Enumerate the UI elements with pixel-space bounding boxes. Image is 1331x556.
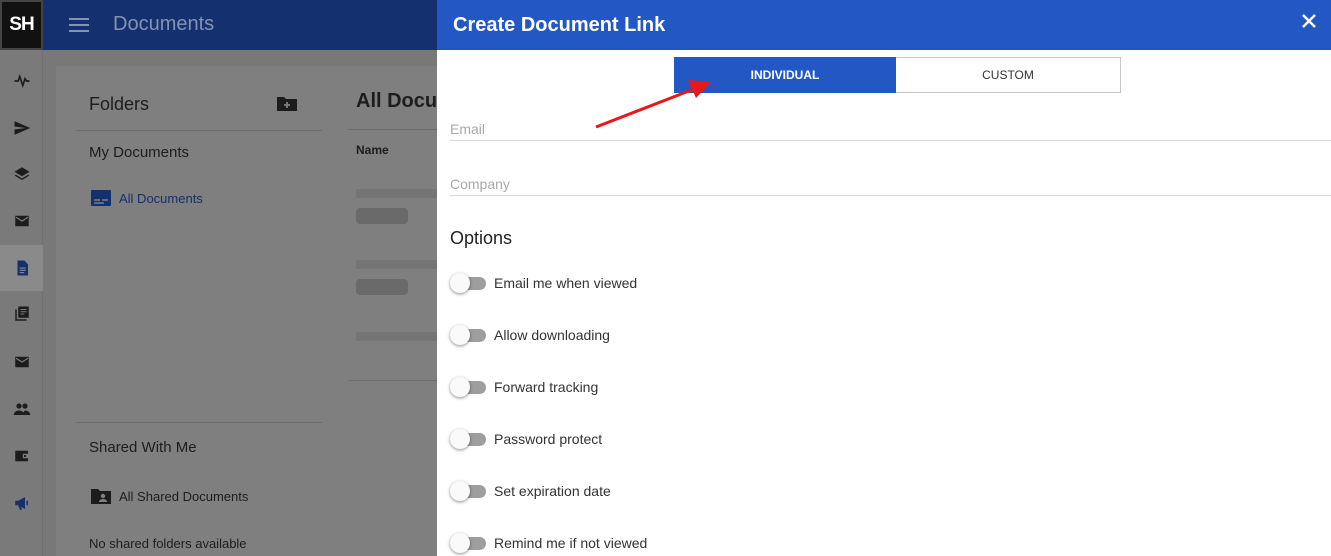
option-set-expiration-date: Set expiration date bbox=[450, 479, 611, 503]
no-shared-message: No shared folders available bbox=[89, 536, 247, 551]
mail-icon bbox=[14, 215, 29, 227]
dialog-title: Create Document Link bbox=[453, 14, 666, 36]
megaphone-icon bbox=[14, 497, 28, 510]
tab-individual[interactable]: INDIVIDUAL bbox=[674, 57, 896, 93]
rail-activity[interactable] bbox=[0, 58, 43, 104]
divider bbox=[76, 130, 322, 131]
option-email-when-viewed: Email me when viewed bbox=[450, 271, 637, 295]
document-icon bbox=[17, 260, 28, 276]
options-title: Options bbox=[450, 228, 513, 248]
shared-with-me-label: Shared With Me bbox=[89, 439, 197, 456]
page-title: Documents bbox=[113, 13, 215, 35]
divider bbox=[348, 380, 437, 381]
documents-heading: All Docu bbox=[356, 90, 438, 112]
folder-documents-icon bbox=[91, 190, 111, 206]
status-badge bbox=[356, 279, 408, 295]
rail-documents[interactable] bbox=[0, 245, 43, 291]
rail-people[interactable] bbox=[0, 386, 43, 432]
password-protect-toggle[interactable] bbox=[450, 429, 486, 449]
option-label: Email me when viewed bbox=[494, 275, 638, 291]
email-field-wrapper bbox=[450, 111, 1331, 141]
all-documents-link[interactable]: All Documents bbox=[119, 191, 203, 206]
layers-icon bbox=[14, 167, 29, 180]
rail-mail[interactable] bbox=[0, 198, 43, 244]
email-field[interactable] bbox=[450, 111, 1331, 137]
option-remind-if-not-viewed: Remind me if not viewed bbox=[450, 531, 647, 555]
nav-rail: SH bbox=[0, 0, 43, 556]
option-password-protect: Password protect bbox=[450, 427, 602, 451]
wallet-icon bbox=[14, 450, 29, 462]
documents-card bbox=[56, 66, 437, 556]
rail-wallet[interactable] bbox=[0, 433, 43, 479]
option-label: Allow downloading bbox=[494, 327, 610, 343]
menu-icon[interactable] bbox=[69, 16, 89, 34]
my-documents-label: My Documents bbox=[89, 144, 190, 161]
option-allow-downloading: Allow downloading bbox=[450, 323, 610, 347]
divider bbox=[348, 129, 437, 130]
dialog-header: Create Document Link bbox=[437, 0, 1331, 50]
option-label: Remind me if not viewed bbox=[494, 535, 648, 551]
close-icon bbox=[1302, 14, 1316, 28]
set-expiration-date-toggle[interactable] bbox=[450, 481, 486, 501]
library-icon bbox=[14, 306, 29, 321]
create-document-link-dialog: Create Document Link INDIVIDUAL CUSTOM O… bbox=[437, 0, 1331, 556]
create-folder-icon[interactable] bbox=[277, 95, 297, 111]
name-column-header[interactable]: Name bbox=[356, 143, 389, 157]
all-shared-documents-link[interactable]: All Shared Documents bbox=[119, 489, 248, 504]
app-logo[interactable]: SH bbox=[0, 0, 43, 50]
link-type-tabs: INDIVIDUAL CUSTOM bbox=[674, 57, 1121, 93]
people-icon bbox=[13, 403, 30, 415]
table-row[interactable] bbox=[356, 260, 437, 269]
rail-layers[interactable] bbox=[0, 151, 43, 197]
company-field[interactable] bbox=[450, 166, 1331, 192]
rail-campaigns[interactable] bbox=[0, 480, 43, 526]
option-label: Forward tracking bbox=[494, 379, 599, 395]
folders-title: Folders bbox=[89, 94, 150, 114]
divider bbox=[76, 422, 322, 423]
app-bar: Documents bbox=[43, 0, 437, 50]
activity-icon bbox=[14, 73, 29, 89]
status-badge bbox=[356, 208, 408, 224]
allow-downloading-toggle[interactable] bbox=[450, 325, 486, 345]
shared-folder-icon bbox=[91, 489, 111, 504]
close-button[interactable] bbox=[1297, 9, 1321, 33]
remind-if-not-viewed-toggle[interactable] bbox=[450, 533, 486, 553]
rail-mail-2[interactable] bbox=[0, 339, 43, 385]
rail-library[interactable] bbox=[0, 291, 43, 337]
rail-send[interactable] bbox=[0, 105, 43, 151]
send-icon bbox=[14, 121, 30, 135]
forward-tracking-toggle[interactable] bbox=[450, 377, 486, 397]
option-label: Password protect bbox=[494, 431, 603, 447]
tab-custom[interactable]: CUSTOM bbox=[896, 57, 1121, 93]
table-row[interactable] bbox=[356, 332, 437, 341]
email-when-viewed-toggle[interactable] bbox=[450, 273, 486, 293]
option-label: Set expiration date bbox=[494, 483, 611, 499]
mail-icon bbox=[14, 356, 29, 368]
table-row[interactable] bbox=[356, 189, 437, 198]
company-field-wrapper bbox=[450, 166, 1331, 196]
option-forward-tracking: Forward tracking bbox=[450, 375, 598, 399]
